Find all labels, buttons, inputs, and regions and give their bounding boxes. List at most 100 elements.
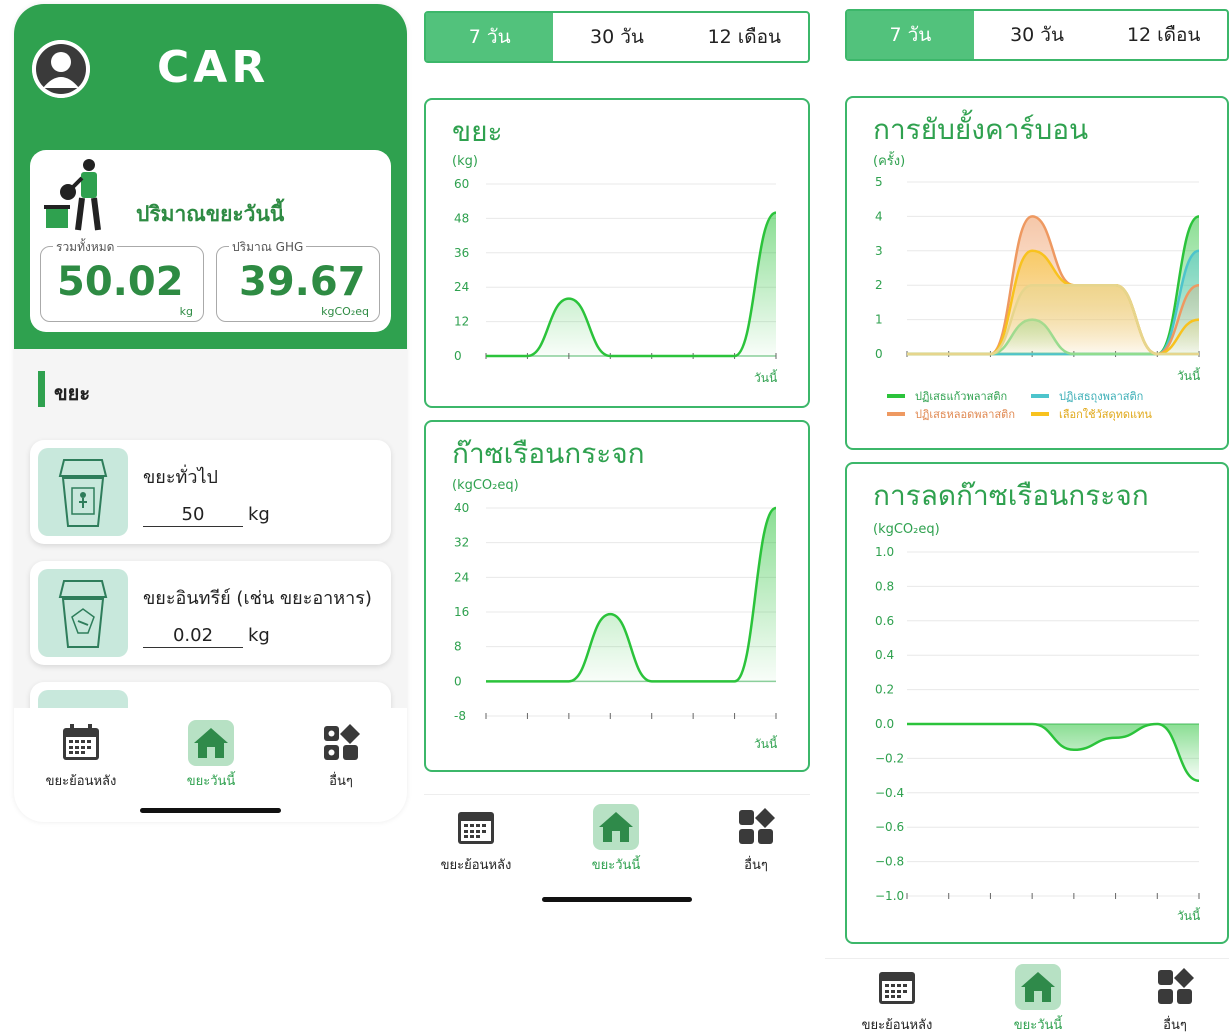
legend-item: ปฏิเสธแก้วพลาสติก: [887, 387, 1007, 405]
tab-7-days[interactable]: 7 วัน: [847, 11, 974, 59]
legend-label: เลือกใช้วัสดุทดแทน: [1059, 408, 1152, 421]
calendar-icon: [879, 972, 915, 1004]
tab-7-days[interactable]: 7 วัน: [426, 13, 554, 61]
screen-charts-carbon: 7 วัน 30 วัน 12 เดือน 5 4 3 2 1 0 วันนี้ การยั…: [825, 0, 1229, 1035]
waste-amount-input[interactable]: 50: [143, 504, 243, 527]
chart-y-unit: (kgCO₂eq): [873, 522, 940, 537]
nav-more[interactable]: อื่นๆ: [1120, 964, 1229, 1035]
y-tick-label: 36: [454, 246, 469, 260]
user-icon: [32, 40, 90, 98]
waste-chart-card: 60 48 36 24 12 0 วันนี้ ขยะ (kg): [424, 98, 810, 408]
total-label: รวมทั้งหมด: [53, 238, 118, 257]
series-area: [486, 508, 776, 682]
chart-title: การลดก๊าซเรือนกระจก: [873, 479, 1149, 512]
tab-30-days[interactable]: 30 วัน: [553, 13, 680, 61]
section-title: ขยะ: [54, 381, 91, 405]
apps-grid-icon: [1158, 968, 1194, 1004]
nav-history[interactable]: ขยะย้อนหลัง: [421, 804, 531, 875]
ghg-chart-card: 40 32 24 16 8 0 -8 วันนี้ ก๊าซเรือนกระจก (kgCO₂…: [424, 420, 810, 772]
summary-title: ปริมาณขยะวันนี้: [136, 202, 285, 226]
y-tick-label: 1.0: [875, 545, 894, 559]
y-tick-label: 40: [454, 501, 469, 515]
screen-charts-waste: 7 วัน 30 วัน 12 เดือน 60 48 36 24 12 0 วันนี้ …: [424, 0, 810, 1035]
total-box: รวมทั้งหมด 50.02 kg: [40, 238, 204, 322]
legend-swatch: [887, 394, 905, 398]
legend-label: ปฏิเสธถุงพลาสติก: [1059, 390, 1144, 403]
x-axis-label: วันนี้: [1177, 367, 1201, 383]
ghg-box: ปริมาณ GHG 39.67 kgCO₂eq: [216, 238, 380, 322]
avatar[interactable]: [32, 40, 90, 98]
waste-item-general[interactable]: ขยะทั่วไป 50 kg: [30, 440, 391, 544]
chart-y-unit: (kg): [452, 154, 478, 169]
legend-label: ปฏิเสธหลอดพลาสติก: [915, 408, 1015, 421]
total-unit: kg: [179, 305, 193, 318]
waste-item-name: ขยะทั่วไป: [143, 467, 218, 488]
y-tick-label: 8: [454, 640, 462, 654]
nav-today-label: ขยะวันนี้: [186, 774, 236, 789]
nav-today[interactable]: ขยะวันนี้: [156, 720, 266, 791]
waste-unit: kg: [248, 504, 270, 525]
y-tick-label: 0: [454, 674, 462, 688]
series-line: [485, 211, 777, 358]
x-axis-label: วันนี้: [1177, 907, 1201, 923]
nav-today[interactable]: ขยะวันนี้: [983, 964, 1093, 1035]
person-trash-icon: [44, 159, 101, 231]
total-value: 50.02: [57, 259, 184, 305]
nav-more[interactable]: อื่นๆ: [701, 804, 811, 875]
nav-history[interactable]: ขยะย้อนหลัง: [26, 720, 136, 791]
y-tick-label: 0.4: [875, 648, 894, 662]
apps-grid-icon: [739, 808, 775, 844]
legend-swatch: [887, 412, 905, 416]
legend-swatch: [1031, 412, 1049, 416]
calendar-icon: [458, 812, 494, 844]
home-indicator: [140, 808, 281, 813]
y-tick-label: -8: [454, 709, 466, 723]
waste-amount-input[interactable]: 0.02: [143, 625, 243, 648]
legend-item: ปฏิเสธถุงพลาสติก: [1031, 387, 1143, 405]
tab-30-days[interactable]: 30 วัน: [974, 11, 1101, 59]
section-marker: [38, 371, 45, 407]
y-tick-label: 0.8: [875, 579, 894, 593]
nav-more-label: อื่นๆ: [1163, 1018, 1187, 1033]
chart-y-unit: (ครั้ง): [873, 154, 906, 169]
y-tick-label: 12: [454, 315, 469, 329]
y-tick-label: 48: [454, 211, 469, 225]
period-tabs: 7 วัน 30 วัน 12 เดือน: [845, 9, 1229, 61]
ghg-unit: kgCO₂eq: [321, 305, 369, 318]
home-icon: [194, 728, 228, 758]
y-tick-label: 5: [875, 175, 883, 189]
chart-title: ขยะ: [452, 115, 503, 148]
nav-history-label: ขยะย้อนหลัง: [861, 1018, 933, 1033]
legend-swatch: [1031, 394, 1049, 398]
y-tick-label: 0.6: [875, 614, 894, 628]
organic-waste-bin-icon: [38, 569, 128, 657]
nav-more[interactable]: อื่นๆ: [286, 720, 396, 791]
nav-today-label: ขยะวันนี้: [1013, 1018, 1063, 1033]
app-brand: CAR: [157, 42, 270, 93]
waste-item-organic[interactable]: ขยะอินทรีย์ (เช่น ขยะอาหาร) 0.02 kg: [30, 561, 391, 665]
y-tick-label: 32: [454, 536, 469, 550]
y-tick-label: 0: [875, 347, 883, 361]
nav-today[interactable]: ขยะวันนี้: [561, 804, 671, 875]
nav-history-label: ขยะย้อนหลัง: [45, 774, 117, 789]
tab-12-months[interactable]: 12 เดือน: [1100, 11, 1227, 59]
tab-12-months[interactable]: 12 เดือน: [681, 13, 808, 61]
y-tick-label: 4: [875, 209, 883, 223]
apps-grid-icon: [324, 724, 360, 760]
nav-more-label: อื่นๆ: [744, 858, 768, 873]
y-tick-label: −0.8: [875, 855, 904, 869]
x-axis-label: วันนี้: [754, 369, 778, 385]
y-tick-label: 16: [454, 605, 469, 619]
y-tick-label: 0.0: [875, 717, 894, 731]
bottom-nav: ขยะย้อนหลัง ขยะวันนี้ อื่นๆ: [14, 708, 407, 822]
home-icon: [1021, 972, 1055, 1002]
nav-divider: [424, 794, 810, 795]
y-tick-label: 60: [454, 177, 469, 191]
ghg-value: 39.67: [239, 259, 366, 305]
y-tick-label: −0.4: [875, 786, 904, 800]
nav-history-label: ขยะย้อนหลัง: [440, 858, 512, 873]
nav-history[interactable]: ขยะย้อนหลัง: [842, 964, 952, 1035]
carbon-prevent-chart-card: 5 4 3 2 1 0 วันนี้ การยับยั้งคาร์บอน (ครั้ง) ป…: [845, 96, 1229, 450]
y-tick-label: −0.2: [875, 751, 904, 765]
legend-item: เลือกใช้วัสดุทดแทน: [1031, 405, 1152, 423]
